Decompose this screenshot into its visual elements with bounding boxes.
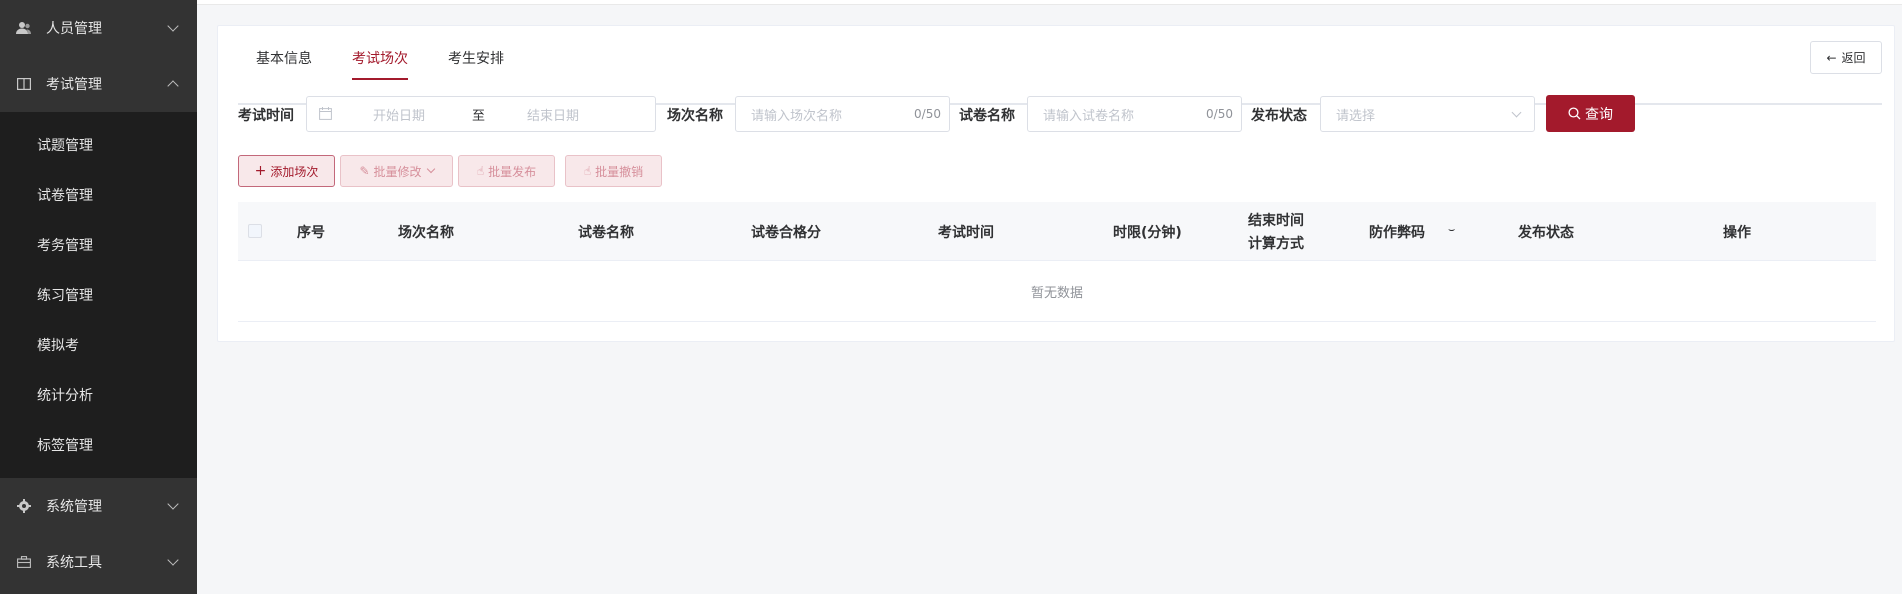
paper-name-label: 试卷名称: [959, 108, 1015, 124]
col-exam-time: 考试时间: [938, 225, 994, 241]
col-end-time: 结束时间: [1248, 213, 1304, 229]
batch-edit-button[interactable]: ✎ 批量修改: [340, 155, 453, 187]
submenu-practice[interactable]: 练习管理: [0, 270, 197, 320]
book-icon: [16, 76, 32, 92]
chevron-down-icon: [1511, 107, 1522, 118]
menu-system-label: 系统管理: [46, 499, 102, 515]
col-calc-method: 计算方式: [1248, 236, 1304, 252]
empty-text: 暂无数据: [1030, 285, 1083, 301]
menu-exam-label: 考试管理: [46, 77, 102, 93]
chevron-up-icon: [167, 80, 179, 92]
submenu-tags[interactable]: 标签管理: [0, 420, 197, 478]
col-index: 序号: [297, 225, 325, 241]
paper-name-input[interactable]: 请输入试卷名称 0/50: [1027, 96, 1242, 132]
menu-system-tools[interactable]: 系统工具: [0, 534, 197, 590]
exam-session-panel: 基本信息 考试场次 考生安排 ← 返回 考试时间 开始日期 至 结束日期 场次名…: [217, 25, 1895, 342]
menu-system[interactable]: 系统管理: [0, 478, 197, 534]
back-button[interactable]: ← 返回: [1810, 41, 1882, 74]
chevron-down-icon: [167, 20, 179, 32]
search-button-label: 查询: [1585, 106, 1613, 123]
back-button-label: 返回: [1841, 51, 1866, 65]
publish-status-select[interactable]: 请选择: [1320, 96, 1535, 132]
publish-status-placeholder: 请选择: [1336, 108, 1376, 124]
col-time-limit: 时限(分钟): [1113, 225, 1182, 241]
arrow-left-icon: ←: [1826, 50, 1837, 65]
edit-icon: ✎: [359, 164, 370, 178]
table-header: 序号 场次名称 试卷名称 试卷合格分 考试时间 时限(分钟) 结束时间 计算方式…: [238, 202, 1876, 261]
paper-name-placeholder: 请输入试卷名称: [1043, 108, 1135, 124]
tab-exam-sessions[interactable]: 考试场次: [352, 48, 408, 80]
submenu-mock-exam[interactable]: 模拟考: [0, 320, 197, 370]
tab-basic-info[interactable]: 基本信息: [256, 48, 312, 78]
session-name-count: 0/50: [914, 107, 941, 121]
start-date-input[interactable]: 开始日期: [373, 105, 425, 124]
select-all-checkbox[interactable]: [248, 224, 262, 238]
user-group-icon: [16, 20, 32, 36]
hand-pointer-icon: ☝: [583, 164, 592, 178]
toolbox-icon: [16, 554, 32, 570]
col-pass-score: 试卷合格分: [751, 225, 821, 241]
chevron-down-icon: [426, 164, 435, 174]
range-separator: 至: [472, 108, 486, 124]
session-name-placeholder: 请输入场次名称: [751, 108, 843, 124]
submenu-question-bank[interactable]: 试题管理: [0, 112, 197, 170]
paper-name-count: 0/50: [1206, 107, 1233, 121]
session-name-input[interactable]: 请输入场次名称 0/50: [735, 96, 950, 132]
tab-examinee-arrangement[interactable]: 考生安排: [448, 48, 504, 78]
exam-date-range-picker[interactable]: 开始日期 至 结束日期: [306, 96, 656, 132]
menu-exam[interactable]: 考试管理: [0, 56, 197, 112]
batch-publish-label: 批量发布: [488, 164, 537, 179]
col-paper-name: 试卷名称: [578, 225, 634, 241]
exam-time-label: 考试时间: [238, 108, 294, 124]
end-date-input[interactable]: 结束日期: [527, 105, 579, 124]
submenu-paper[interactable]: 试卷管理: [0, 170, 197, 220]
add-session-label: 添加场次: [270, 164, 319, 179]
sidebar: 人员管理 考试管理 试题管理 试卷管理 考务管理 练习管理 模拟考 统计分析 标…: [0, 0, 197, 594]
hand-pointer-icon: ☝: [476, 164, 485, 178]
top-strip: [197, 0, 1902, 5]
col-anti-cheat-code: 防作弊码: [1369, 225, 1425, 241]
publish-status-label: 发布状态: [1251, 108, 1307, 124]
batch-publish-button[interactable]: ☝ 批量发布: [458, 155, 555, 187]
eye-closed-icon[interactable]: ⌣: [1448, 223, 1455, 237]
calendar-icon: [319, 107, 332, 124]
col-publish-status: 发布状态: [1518, 225, 1574, 241]
plus-icon: +: [254, 163, 267, 179]
search-icon: [1568, 107, 1581, 120]
search-button[interactable]: 查询: [1546, 95, 1635, 132]
add-session-button[interactable]: + 添加场次: [238, 155, 335, 187]
chevron-down-icon: [167, 498, 179, 510]
col-session-name: 场次名称: [398, 225, 454, 241]
exam-submenu: 试题管理 试卷管理 考务管理 练习管理 模拟考 统计分析 标签管理: [0, 112, 197, 478]
batch-revoke-label: 批量撤销: [595, 164, 644, 179]
chevron-down-icon: [167, 554, 179, 566]
menu-personnel[interactable]: 人员管理: [0, 0, 197, 56]
session-name-label: 场次名称: [667, 108, 723, 124]
gear-icon: [16, 498, 32, 514]
menu-personnel-label: 人员管理: [46, 21, 102, 37]
col-actions: 操作: [1723, 225, 1751, 241]
table-empty-row: 暂无数据: [238, 261, 1876, 322]
batch-edit-label: 批量修改: [373, 164, 422, 179]
menu-system-tools-label: 系统工具: [46, 555, 102, 571]
batch-revoke-button[interactable]: ☝ 批量撤销: [565, 155, 662, 187]
submenu-exam-affairs[interactable]: 考务管理: [0, 220, 197, 270]
submenu-statistics[interactable]: 统计分析: [0, 370, 197, 420]
